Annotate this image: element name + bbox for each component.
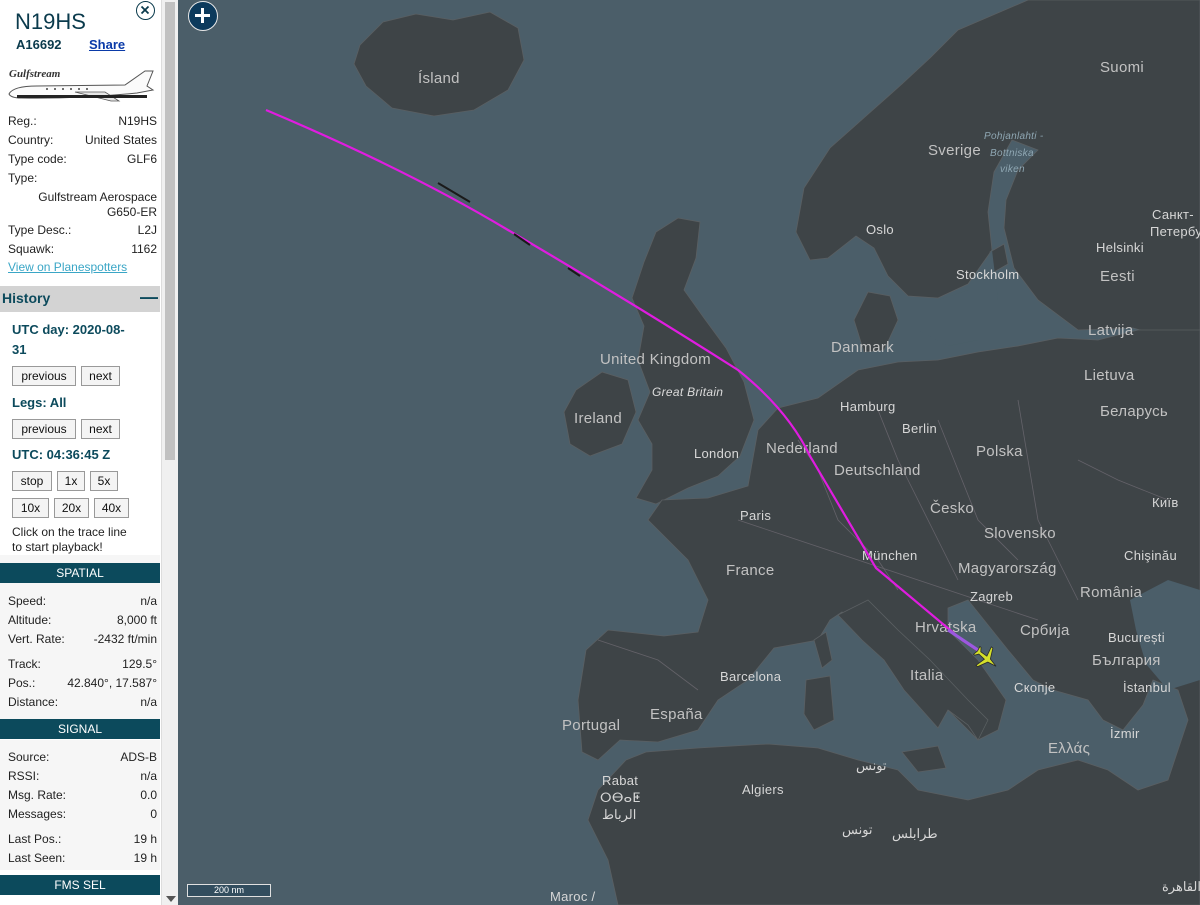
aircraft-photo[interactable]: Gulfstream bbox=[7, 66, 157, 106]
last-pos-value: 19 h bbox=[133, 832, 157, 846]
utc-day-line2: 31 bbox=[12, 342, 27, 357]
source-label: Source: bbox=[8, 750, 50, 764]
aircraft-silhouette-icon bbox=[8, 70, 155, 102]
callsign-title: N19HS bbox=[15, 9, 86, 34]
rssi-row: RSSI: n/a bbox=[8, 767, 157, 785]
msg-rate-label: Msg. Rate: bbox=[8, 788, 67, 802]
messages-row: Messages: 0 bbox=[8, 805, 157, 823]
type-desc-label: Type Desc.: bbox=[8, 223, 72, 237]
track-value: 129.5° bbox=[122, 657, 157, 671]
reg-value: N19HS bbox=[118, 114, 157, 128]
type-code-label: Type code: bbox=[8, 152, 67, 166]
planespotters-link[interactable]: View on Planespotters bbox=[8, 260, 127, 274]
distance-label: Distance: bbox=[8, 695, 59, 709]
vert-rate-row: Vert. Rate: -2432 ft/min bbox=[8, 630, 157, 648]
leg-previous-button[interactable]: previous bbox=[12, 419, 76, 439]
track-row: Track: 129.5° bbox=[8, 655, 157, 673]
info-sidebar: N19HS A16692 Share Gulfstream Reg.: N19H… bbox=[0, 0, 161, 905]
track-label: Track: bbox=[8, 657, 41, 671]
sidebar-scrollbar[interactable] bbox=[161, 0, 178, 905]
type-desc-value: L2J bbox=[137, 223, 157, 237]
altitude-value: 8,000 ft bbox=[116, 613, 157, 627]
day-previous-button[interactable]: previous bbox=[12, 366, 76, 386]
vert-rate-value: -2432 ft/min bbox=[93, 632, 157, 646]
distance-row: Distance: n/a bbox=[8, 693, 157, 711]
last-seen-label: Last Seen: bbox=[8, 851, 66, 865]
plus-icon bbox=[195, 8, 210, 23]
stop-button[interactable]: stop bbox=[12, 471, 52, 491]
type-label: Type: bbox=[8, 171, 38, 185]
messages-label: Messages: bbox=[8, 807, 67, 821]
last-pos-label: Last Pos.: bbox=[8, 832, 62, 846]
spatial-header: SPATIAL bbox=[0, 563, 160, 583]
squawk-label: Squawk: bbox=[8, 242, 55, 256]
scrollbar-thumb[interactable] bbox=[165, 2, 175, 460]
speed-5x-button[interactable]: 5x bbox=[90, 471, 118, 491]
pos-value: 42.840°, 17.587° bbox=[67, 676, 157, 690]
rssi-label: RSSI: bbox=[8, 769, 40, 783]
last-seen-row: Last Seen: 19 h bbox=[8, 849, 157, 867]
country-value: United States bbox=[84, 133, 157, 147]
distance-value: n/a bbox=[140, 695, 157, 709]
playback-hint-line1: Click on the trace line bbox=[12, 525, 127, 539]
squawk-value: 1162 bbox=[131, 242, 157, 256]
history-header[interactable]: History — bbox=[0, 286, 160, 312]
reg-label: Reg.: bbox=[8, 114, 37, 128]
pos-label: Pos.: bbox=[8, 676, 36, 690]
speed-row: Speed: n/a bbox=[8, 592, 157, 610]
type-row: Type: Gulfstream Aerospace G650-ER bbox=[8, 169, 157, 221]
legs-label: Legs: All bbox=[12, 395, 67, 410]
flight-track[interactable] bbox=[178, 0, 1200, 905]
speed-1x-button[interactable]: 1x bbox=[57, 471, 85, 491]
country-row: Country: United States bbox=[8, 131, 157, 149]
squawk-row: Squawk: 1162 bbox=[8, 240, 157, 258]
map-view[interactable]: Ísland Sverige Suomi Pohjanlahti - Bottn… bbox=[178, 0, 1200, 905]
collapse-icon[interactable]: — bbox=[140, 287, 158, 308]
flight-track-line[interactable] bbox=[265, 108, 981, 653]
hex-code: A16692 bbox=[16, 37, 62, 52]
day-next-button[interactable]: next bbox=[81, 366, 120, 386]
speed-label: Speed: bbox=[8, 594, 47, 608]
speed-40x-button[interactable]: 40x bbox=[94, 498, 129, 518]
type-code-row: Type code: GLF6 bbox=[8, 150, 157, 168]
leg-next-button[interactable]: next bbox=[81, 419, 120, 439]
scale-bar: 200 nm bbox=[187, 884, 271, 897]
type-code-value: GLF6 bbox=[126, 152, 157, 166]
pos-row: Pos.: 42.840°, 17.587° bbox=[8, 674, 157, 692]
utc-day-line1: UTC day: 2020-08- bbox=[12, 322, 125, 337]
last-seen-value: 19 h bbox=[133, 851, 157, 865]
close-button[interactable] bbox=[136, 1, 155, 20]
type-desc-row: Type Desc.: L2J bbox=[8, 221, 157, 239]
source-value: ADS-B bbox=[120, 750, 157, 764]
msg-rate-row: Msg. Rate: 0.0 bbox=[8, 786, 157, 804]
scroll-down-arrow-icon[interactable] bbox=[166, 896, 176, 902]
aircraft-marker-icon[interactable] bbox=[971, 643, 1001, 673]
close-icon bbox=[140, 5, 150, 15]
expand-sidebar-button[interactable] bbox=[188, 1, 218, 31]
last-pos-row: Last Pos.: 19 h bbox=[8, 830, 157, 848]
speed-20x-button[interactable]: 20x bbox=[54, 498, 89, 518]
speed-value: n/a bbox=[140, 594, 157, 608]
source-row: Source: ADS-B bbox=[8, 748, 157, 766]
scale-label: 200 nm bbox=[214, 885, 245, 895]
vert-rate-label: Vert. Rate: bbox=[8, 632, 65, 646]
msg-rate-value: 0.0 bbox=[140, 788, 157, 802]
altitude-label: Altitude: bbox=[8, 613, 52, 627]
fms-sel-header: FMS SEL bbox=[0, 875, 160, 895]
history-title: History bbox=[2, 290, 51, 306]
playback-hint-line2: to start playback! bbox=[12, 540, 103, 554]
country-label: Country: bbox=[8, 133, 54, 147]
share-link[interactable]: Share bbox=[89, 37, 125, 52]
messages-value: 0 bbox=[150, 807, 157, 821]
reg-row: Reg.: N19HS bbox=[8, 112, 157, 130]
signal-header: SIGNAL bbox=[0, 719, 160, 739]
utc-time: UTC: 04:36:45 Z bbox=[12, 447, 111, 462]
speed-10x-button[interactable]: 10x bbox=[12, 498, 49, 518]
type-value-line2: G650-ER bbox=[106, 205, 157, 219]
rssi-value: n/a bbox=[140, 769, 157, 783]
altitude-row: Altitude: 8,000 ft bbox=[8, 611, 157, 629]
